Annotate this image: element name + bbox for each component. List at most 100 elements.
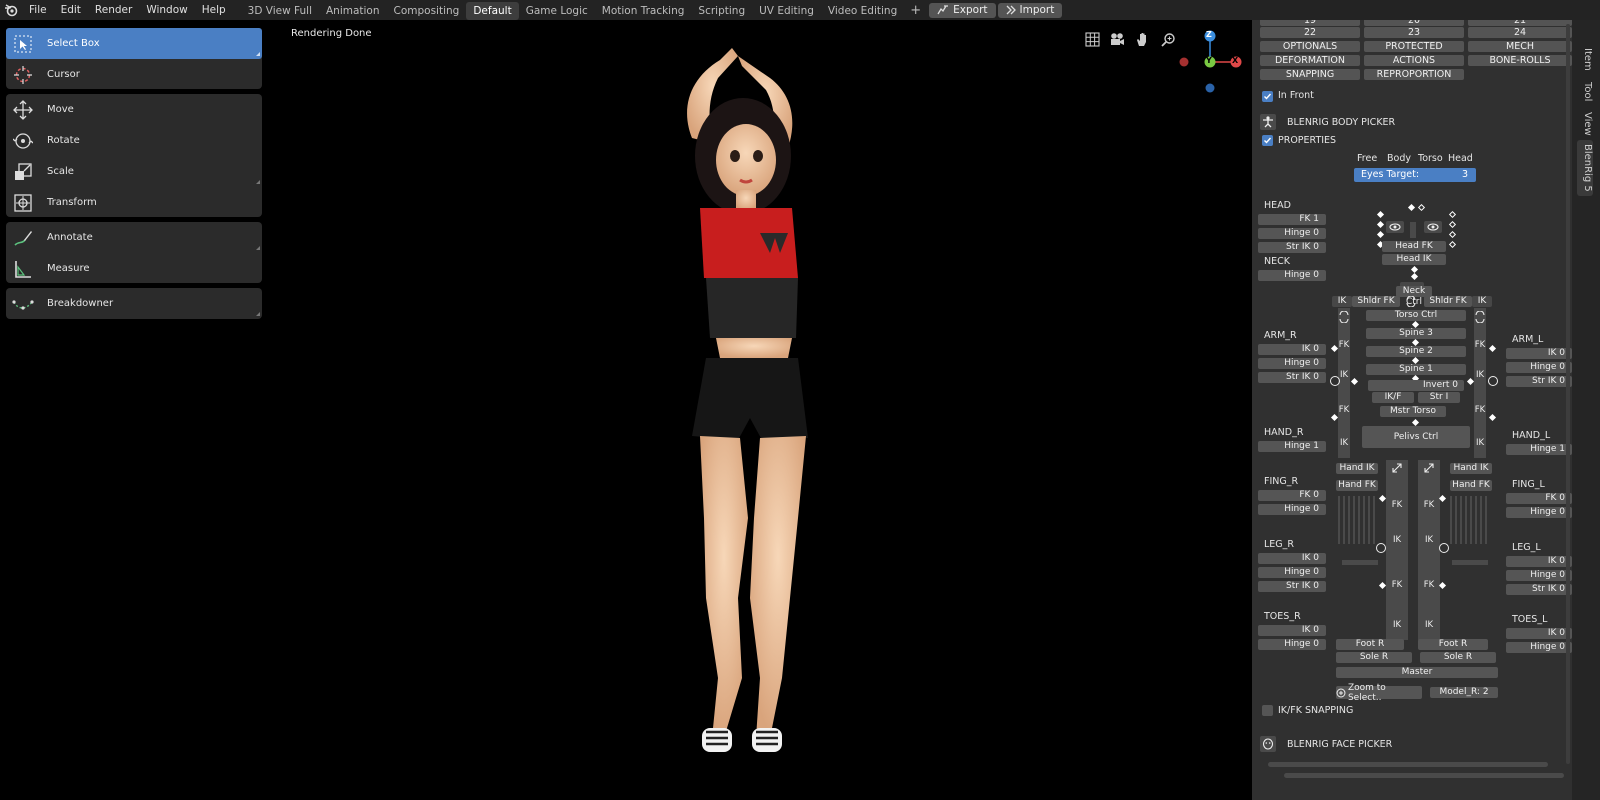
- arm-l-str-ik-field[interactable]: Str IK 0: [1506, 376, 1572, 387]
- knee-r-target-icon[interactable]: [1376, 543, 1386, 553]
- arm-l-ik-label[interactable]: IK: [1474, 370, 1486, 380]
- arm-r-chain[interactable]: [1338, 308, 1350, 458]
- tab-compositing[interactable]: Compositing: [387, 2, 467, 20]
- fing-l-hinge-field[interactable]: Hinge 0: [1506, 507, 1572, 518]
- deformation-button[interactable]: DEFORMATION: [1260, 55, 1360, 66]
- layer-button[interactable]: 23: [1364, 27, 1464, 38]
- fingers-l-controls[interactable]: [1450, 496, 1490, 544]
- fing-r-fk-field[interactable]: FK 0: [1258, 490, 1326, 501]
- menu-file[interactable]: File: [22, 0, 54, 20]
- leg-l-fk-label-2[interactable]: FK: [1418, 580, 1440, 590]
- menu-window[interactable]: Window: [139, 0, 194, 20]
- tab-3d-view-full[interactable]: 3D View Full: [241, 2, 319, 20]
- eye-l-icon[interactable]: [1424, 221, 1442, 233]
- panel-scrollbar-2[interactable]: [1284, 773, 1564, 778]
- arm-l-fk-label-2[interactable]: FK: [1474, 405, 1486, 415]
- toes-l-hinge-field[interactable]: Hinge 0: [1506, 642, 1572, 653]
- eye-mode-head[interactable]: Head: [1448, 153, 1473, 164]
- spine-control[interactable]: [1411, 356, 1420, 365]
- arm-l-ik-toggle[interactable]: IK: [1472, 296, 1492, 307]
- tool-scale[interactable]: Scale: [6, 156, 262, 187]
- leg-r-fk-label-2[interactable]: FK: [1386, 580, 1408, 590]
- knee-l-control[interactable]: [1438, 494, 1447, 503]
- foot-r-button-2[interactable]: Foot R: [1418, 639, 1488, 650]
- head-control-alt[interactable]: [1448, 210, 1457, 219]
- tool-annotate[interactable]: Annotate: [6, 222, 262, 253]
- head-fk-field[interactable]: FK 1: [1258, 214, 1326, 225]
- pelvis-ctrl-button[interactable]: Pelivs Ctrl: [1362, 426, 1470, 448]
- layer-button[interactable]: 19: [1260, 20, 1360, 26]
- sidebar-scrollbar[interactable]: [1566, 24, 1570, 764]
- arm-r-target-icon[interactable]: [1330, 376, 1340, 386]
- eye-mode-free[interactable]: Free: [1357, 153, 1377, 164]
- head-control[interactable]: [1376, 220, 1385, 229]
- spine-1-button[interactable]: Spine 1: [1366, 364, 1466, 375]
- leg-r-chain[interactable]: [1386, 460, 1408, 640]
- leg-l-ik-label-2[interactable]: IK: [1418, 620, 1440, 630]
- leg-r-str-ik-field[interactable]: Str IK 0: [1258, 581, 1326, 592]
- hand-l-fk-button[interactable]: Hand FK: [1450, 480, 1492, 491]
- mstr-torso-button[interactable]: Mstr Torso: [1380, 406, 1446, 417]
- arm-r-swap-icon[interactable]: [1338, 310, 1350, 324]
- torso-ctrl-button[interactable]: Torso Ctrl: [1366, 310, 1466, 321]
- arm-l-fk-label[interactable]: FK: [1474, 340, 1486, 350]
- head-top-control[interactable]: [1407, 203, 1416, 212]
- leg-l-ik-label[interactable]: IK: [1418, 535, 1440, 545]
- palm-r-control[interactable]: [1342, 560, 1378, 565]
- leg-r-ik-label-2[interactable]: IK: [1386, 620, 1408, 630]
- pelvis-control[interactable]: [1411, 418, 1420, 427]
- head-control-alt[interactable]: [1448, 230, 1457, 239]
- mech-button[interactable]: MECH: [1468, 41, 1572, 52]
- arm-r-ik-label[interactable]: IK: [1338, 370, 1350, 380]
- arm-l-swap-icon[interactable]: [1474, 310, 1486, 324]
- foot-r-button[interactable]: Foot R: [1336, 639, 1404, 650]
- arm-l-ik-field[interactable]: IK 0: [1506, 348, 1572, 359]
- spine-3-button[interactable]: Spine 3: [1366, 328, 1466, 339]
- elbow-r-control[interactable]: [1350, 377, 1359, 386]
- wrist-r-pole[interactable]: [1330, 413, 1339, 422]
- head-control-alt[interactable]: [1448, 220, 1457, 229]
- arm-r-ik-label-2[interactable]: IK: [1338, 438, 1350, 448]
- hand-l-hinge-field[interactable]: Hinge 1: [1506, 444, 1572, 455]
- tab-video-editing[interactable]: Video Editing: [821, 2, 904, 20]
- ikf-toggle[interactable]: IK/F: [1372, 392, 1414, 403]
- shoulder-swap-icon[interactable]: [1405, 295, 1417, 308]
- shoulder-r-fk-button[interactable]: Shldr FK: [1352, 296, 1400, 307]
- arm-r-fk-label-2[interactable]: FK: [1338, 405, 1350, 415]
- ankle-r-control[interactable]: [1378, 581, 1387, 590]
- leg-l-chain[interactable]: [1418, 460, 1440, 640]
- leg-l-ik-field[interactable]: IK 0: [1506, 556, 1572, 567]
- arm-r-ik-toggle[interactable]: IK: [1332, 296, 1352, 307]
- leg-r-swap-icon[interactable]: [1391, 462, 1403, 474]
- elbow-l-pole[interactable]: [1488, 344, 1497, 353]
- reproportion-button[interactable]: REPROPORTION: [1364, 69, 1464, 80]
- snapping-button[interactable]: SNAPPING: [1260, 69, 1360, 80]
- eye-mode-torso[interactable]: Torso: [1418, 153, 1443, 164]
- panel-scrollbar[interactable]: [1268, 762, 1548, 767]
- sole-r-button-2[interactable]: Sole R: [1420, 652, 1496, 663]
- leg-r-fk-label[interactable]: FK: [1386, 500, 1408, 510]
- layer-button[interactable]: 24: [1468, 27, 1572, 38]
- head-control-alt[interactable]: [1448, 240, 1457, 249]
- head-fk-button[interactable]: Head FK: [1382, 241, 1446, 252]
- grid-toggle-icon[interactable]: [1083, 30, 1101, 48]
- properties-checkbox[interactable]: [1262, 135, 1273, 146]
- leg-r-hinge-field[interactable]: Hinge 0: [1258, 567, 1326, 578]
- tool-cursor[interactable]: Cursor: [6, 59, 262, 90]
- leg-r-ik-field[interactable]: IK 0: [1258, 553, 1326, 564]
- leg-l-swap-icon[interactable]: [1423, 462, 1435, 474]
- arm-l-hinge-field[interactable]: Hinge 0: [1506, 362, 1572, 373]
- hand-r-hinge-field[interactable]: Hinge 1: [1258, 441, 1326, 452]
- actions-button[interactable]: ACTIONS: [1364, 55, 1464, 66]
- layer-button[interactable]: 20: [1364, 20, 1464, 26]
- tab-uv-editing[interactable]: UV Editing: [752, 2, 821, 20]
- tool-move[interactable]: Move: [6, 94, 262, 125]
- menu-edit[interactable]: Edit: [54, 0, 88, 20]
- leg-r-ik-label[interactable]: IK: [1386, 535, 1408, 545]
- tab-motion-tracking[interactable]: Motion Tracking: [595, 2, 692, 20]
- leg-l-str-ik-field[interactable]: Str IK 0: [1506, 584, 1572, 595]
- eye-mode-body[interactable]: Body: [1387, 153, 1411, 164]
- head-hinge-field[interactable]: Hinge 0: [1258, 228, 1326, 239]
- zoom-to-select-button[interactable]: Zoom to Select..: [1336, 683, 1422, 703]
- spine-control[interactable]: [1411, 338, 1420, 347]
